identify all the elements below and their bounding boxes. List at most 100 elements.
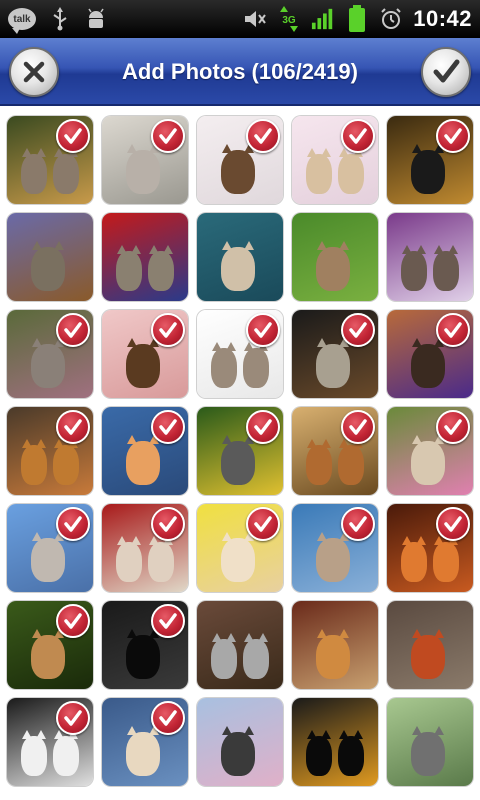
selected-check-icon xyxy=(246,410,280,444)
cat-shape xyxy=(221,144,255,194)
selected-check-icon xyxy=(56,604,90,638)
cat-shape xyxy=(126,338,160,388)
cat-shape xyxy=(316,241,350,291)
photo-image xyxy=(102,213,188,301)
photo-thumbnail[interactable] xyxy=(197,116,283,204)
photo-thumbnail[interactable] xyxy=(102,407,188,495)
photo-thumbnail[interactable] xyxy=(7,310,93,398)
cat-shape xyxy=(433,245,459,291)
selected-check-icon xyxy=(151,119,185,153)
cat-shape xyxy=(411,435,445,485)
android-debug-icon xyxy=(84,7,108,31)
photo-thumbnail[interactable] xyxy=(387,698,473,786)
cat-shape xyxy=(126,629,160,679)
cat-shape xyxy=(411,629,445,679)
photo-thumbnail[interactable] xyxy=(7,407,93,495)
cat-shape xyxy=(433,536,459,582)
photo-thumbnail[interactable] xyxy=(387,601,473,689)
page-title: Add Photos (106/2419) xyxy=(122,59,358,84)
photo-thumbnail[interactable] xyxy=(197,698,283,786)
cat-shape xyxy=(316,338,350,388)
cat-shape xyxy=(411,144,445,194)
cat-shape xyxy=(21,730,47,776)
cat-shape xyxy=(148,536,174,582)
photo-thumbnail[interactable] xyxy=(292,698,378,786)
photo-thumbnail[interactable] xyxy=(387,213,473,301)
cat-shape xyxy=(221,726,255,776)
photo-thumbnail[interactable] xyxy=(102,698,188,786)
cat-shape xyxy=(116,245,142,291)
photo-thumbnail[interactable] xyxy=(197,407,283,495)
usb-icon xyxy=(48,7,72,31)
cat-shape xyxy=(126,144,160,194)
cat-shape xyxy=(53,439,79,485)
cat-shape xyxy=(316,532,350,582)
selected-check-icon xyxy=(436,119,470,153)
cat-shape xyxy=(411,726,445,776)
selected-check-icon xyxy=(341,507,375,541)
photo-thumbnail[interactable] xyxy=(292,601,378,689)
photo-thumbnail[interactable] xyxy=(387,504,473,592)
photo-thumbnail[interactable] xyxy=(102,116,188,204)
cat-shape xyxy=(31,338,65,388)
photo-thumbnail[interactable] xyxy=(102,601,188,689)
photo-thumbnail[interactable] xyxy=(7,213,93,301)
cat-shape xyxy=(243,342,269,388)
photo-thumbnail[interactable] xyxy=(197,213,283,301)
cat-shape xyxy=(21,148,47,194)
photo-thumbnail[interactable] xyxy=(292,407,378,495)
photo-thumbnail[interactable] xyxy=(387,407,473,495)
cat-shape xyxy=(401,536,427,582)
network-label: 3G xyxy=(283,15,297,26)
photo-thumbnail[interactable] xyxy=(102,504,188,592)
photo-thumbnail[interactable] xyxy=(292,213,378,301)
cancel-button[interactable] xyxy=(9,47,59,97)
talk-label: talk xyxy=(13,13,31,25)
photo-thumbnail[interactable] xyxy=(197,310,283,398)
photo-thumbnail[interactable] xyxy=(292,310,378,398)
selected-check-icon xyxy=(56,410,90,444)
photo-thumbnail[interactable] xyxy=(7,504,93,592)
cat-shape xyxy=(316,629,350,679)
selected-check-icon xyxy=(151,313,185,347)
cat-shape xyxy=(411,338,445,388)
selected-check-icon xyxy=(151,507,185,541)
photo-image xyxy=(292,698,378,786)
cat-shape xyxy=(31,532,65,582)
talk-icon: talk xyxy=(8,8,36,34)
selected-check-icon xyxy=(341,119,375,153)
selected-check-icon xyxy=(56,507,90,541)
photo-thumbnail[interactable] xyxy=(7,116,93,204)
selected-check-icon xyxy=(436,410,470,444)
signal-icon xyxy=(311,7,335,31)
photo-thumbnail[interactable] xyxy=(387,310,473,398)
photo-thumbnail[interactable] xyxy=(197,504,283,592)
cat-shape xyxy=(126,726,160,776)
cat-shape xyxy=(221,241,255,291)
cat-shape xyxy=(338,439,364,485)
photo-thumbnail[interactable] xyxy=(7,698,93,786)
photo-thumbnail[interactable] xyxy=(387,116,473,204)
selected-check-icon xyxy=(246,119,280,153)
selected-check-icon xyxy=(246,507,280,541)
confirm-button[interactable] xyxy=(421,47,471,97)
cat-shape xyxy=(126,435,160,485)
photo-thumbnail[interactable] xyxy=(102,310,188,398)
photo-thumbnail[interactable] xyxy=(7,601,93,689)
photo-thumbnail[interactable] xyxy=(102,213,188,301)
photo-thumbnail[interactable] xyxy=(197,601,283,689)
selected-check-icon xyxy=(56,119,90,153)
photo-image xyxy=(387,213,473,301)
cat-shape xyxy=(243,633,269,679)
cat-shape xyxy=(31,241,65,291)
photo-thumbnail[interactable] xyxy=(292,116,378,204)
selected-check-icon xyxy=(436,313,470,347)
close-icon xyxy=(23,61,45,83)
photo-thumbnail[interactable] xyxy=(292,504,378,592)
cat-shape xyxy=(306,730,332,776)
title-bar: Add Photos (106/2419) xyxy=(0,38,480,106)
cat-shape xyxy=(306,148,332,194)
selected-check-icon xyxy=(151,410,185,444)
check-icon xyxy=(433,59,460,83)
cat-shape xyxy=(53,730,79,776)
